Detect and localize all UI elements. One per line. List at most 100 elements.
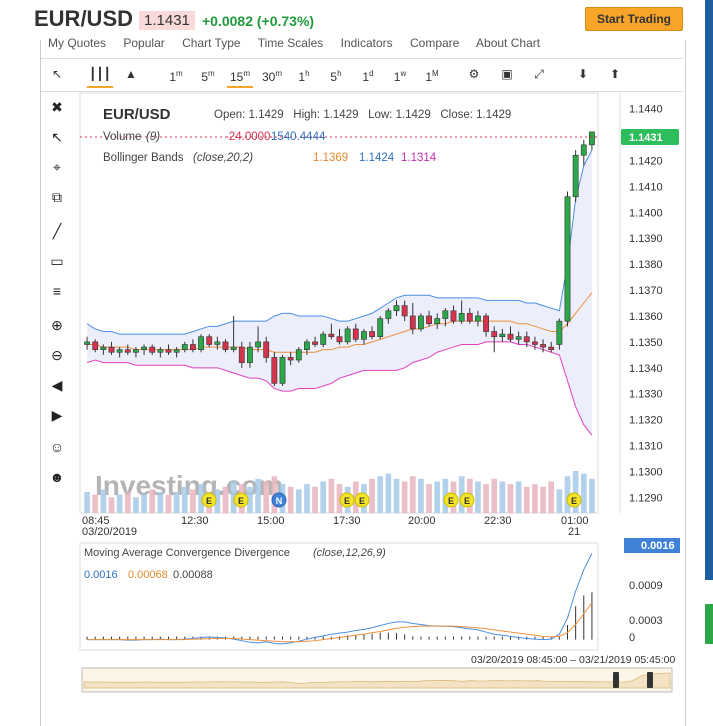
event-marker-label: E [344,496,350,506]
candle-body [165,349,172,353]
candle-body [116,349,123,353]
volume-bar [418,478,424,513]
candle-body [304,341,310,350]
price-axis-tick: 1.1440 [629,104,663,116]
volume-bar [523,486,530,513]
volume-bar [141,494,147,513]
candle-body [442,310,449,319]
candle-body [556,320,563,345]
price-axis-tick: 1.1350 [629,337,663,349]
legend-bb-lower: 1.1314 [401,152,437,164]
current-price-label: 1.1431 [629,132,663,144]
candle-body [279,357,286,384]
legend-volume-val2: 1540.4444 [271,131,326,143]
volume-bar [133,497,139,513]
volume-bar [540,486,546,513]
time-label: 20:00 [408,515,436,527]
candle-body [369,331,375,338]
candle-body [222,341,229,350]
range-handle-left[interactable] [613,672,619,688]
date-label: 21 [568,526,580,538]
macd-params: (close,12,26,9) [313,547,386,559]
volume-bar [157,492,164,513]
candle-body [312,341,318,345]
candle-body [352,328,359,340]
candle-body [385,310,392,319]
price-axis-tick: 1.1420 [629,155,663,167]
candle-body [475,315,481,322]
candle-body [401,305,408,317]
candle-body [238,346,245,363]
volume-bar [190,489,196,513]
legend-bb-params: (close,20,2) [193,152,253,164]
legend-volume-period: (9) [146,131,160,143]
volume-bar [100,489,107,513]
candle-body [515,336,522,340]
volume-bar [475,481,481,513]
volume-bar [295,489,302,513]
candle-body [540,344,546,348]
candle-body [564,196,571,322]
time-label: 22:30 [484,515,512,527]
macd-value: 0.0016 [84,569,118,581]
price-axis-tick: 1.1340 [629,363,663,375]
macd-axis-tick: 0 [629,632,635,644]
time-label: 17:30 [333,515,361,527]
candle-body [532,341,538,345]
event-marker-label: E [448,496,454,506]
candle-body [181,344,188,350]
candle-body [589,131,595,146]
volume-bar [181,486,188,513]
price-axis-tick: 1.1390 [629,233,663,245]
candle-body [295,349,302,361]
event-marker-label: E [464,496,470,506]
legend-symbol: EUR/USD [103,106,171,123]
volume-bar [116,494,123,513]
candle-body [328,333,335,338]
candle-body [124,349,131,353]
volume-bar [515,481,522,513]
candle-body [149,346,156,353]
legend-volume-val1: -24.0000 [225,131,270,143]
candle-body [190,344,196,350]
candle-body [100,346,107,350]
candle-body [84,341,90,345]
time-label: 12:30 [181,515,209,527]
macd-signal-value: 0.00068 [128,569,168,581]
event-marker-label: E [238,496,244,506]
time-axis: 08:45 03/20/2019 12:30 15:00 17:30 20:00… [82,515,589,538]
macd-label: Moving Average Convergence Divergence [84,547,290,559]
candle-body [108,346,115,353]
range-handle-right[interactable] [647,672,653,688]
volume-bar [369,478,375,513]
volume-bar [304,484,310,513]
volume-bar [377,476,384,513]
candle-body [141,346,147,350]
candle-body [418,315,424,330]
price-axis-tick: 1.1370 [629,285,663,297]
candle-body [230,346,237,350]
macd-axis-tick: 0.0009 [629,580,663,592]
price-chart[interactable]: Investing.com 1.14401.14301.14201.14101.… [0,0,713,726]
date-label: 03/20/2019 [82,526,137,538]
volume-bar [401,481,408,513]
volume-bar [84,492,90,513]
candle-body [206,336,213,345]
price-axis: 1.14401.14301.14201.14101.14001.13901.13… [629,104,663,505]
event-marker-label: E [571,496,577,506]
candle-body [499,333,506,338]
candle-body [572,154,579,198]
candle-body [214,341,221,345]
volume-bar [483,484,489,513]
candle-body [483,315,489,332]
candle-body [491,331,498,338]
price-axis-tick: 1.1380 [629,259,663,271]
candle-body [426,315,432,325]
volume-bar [312,486,318,513]
candle-body [580,144,587,156]
volume-bar [173,492,180,513]
candle-body [548,346,555,350]
candle-body [344,328,351,343]
range-text: 03/20/2019 08:45:00 – 03/21/2019 05:45:0… [471,654,676,666]
volume-bar [124,492,131,513]
